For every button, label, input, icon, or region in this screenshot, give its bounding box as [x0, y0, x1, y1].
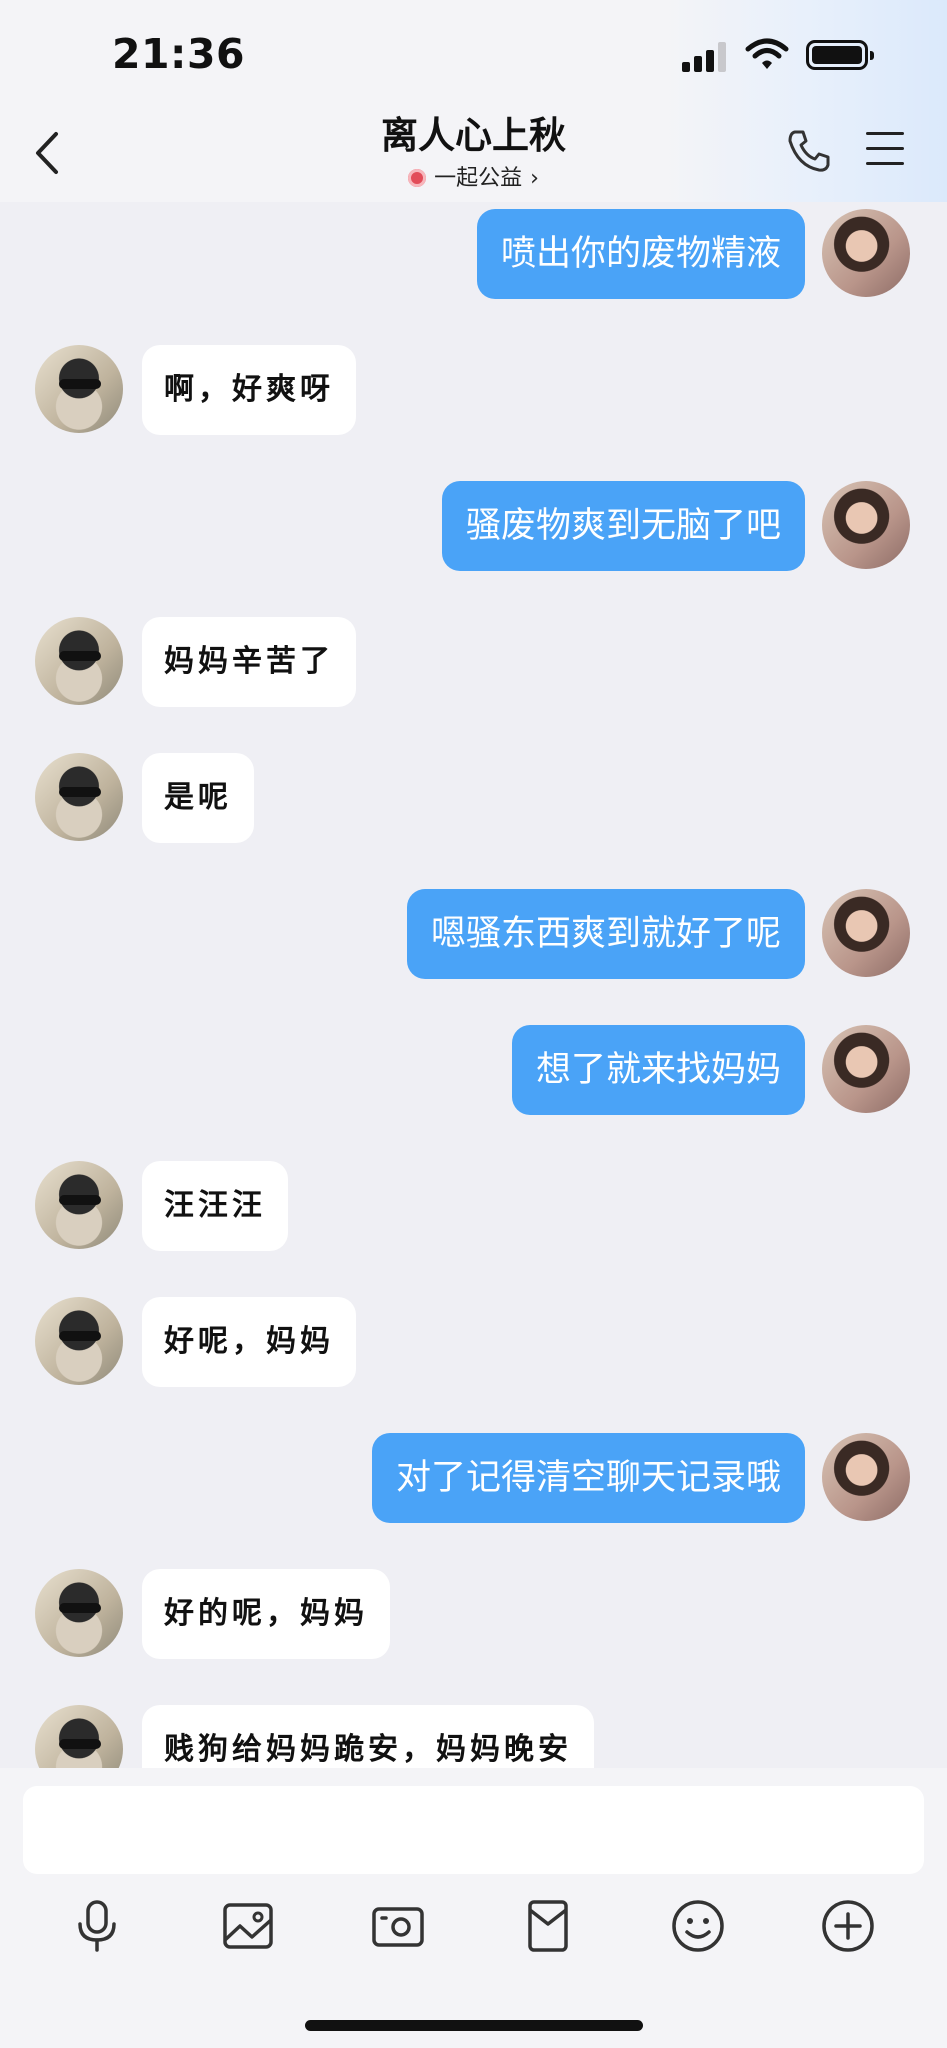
- message-bubble-in[interactable]: 好呢，妈妈: [142, 1297, 356, 1387]
- message-list[interactable]: 喷出你的废物精液 啊，好爽呀 骚废物爽到无脑了吧 妈妈辛苦了 是呢 嗯骚东西爽到…: [0, 202, 947, 1768]
- contact-avatar[interactable]: [35, 753, 123, 841]
- wifi-icon: [745, 38, 789, 69]
- phone-call-icon[interactable]: [786, 128, 832, 174]
- message-bubble-in[interactable]: 好的呢，妈妈: [142, 1569, 390, 1659]
- my-avatar[interactable]: [822, 1433, 910, 1521]
- contact-avatar[interactable]: [35, 1569, 123, 1657]
- contact-avatar[interactable]: [35, 1297, 123, 1385]
- contact-avatar[interactable]: [35, 1161, 123, 1249]
- message-input[interactable]: [23, 1786, 924, 1874]
- subtitle-label: 一起公益: [434, 166, 523, 191]
- microphone-icon[interactable]: [67, 1896, 127, 1956]
- my-avatar[interactable]: [822, 481, 910, 569]
- status-time: 21:36: [112, 30, 246, 78]
- message-bubble-in[interactable]: 是呢: [142, 753, 254, 843]
- message-bubble-out[interactable]: 喷出你的废物精液: [476, 209, 805, 299]
- contact-avatar[interactable]: [35, 345, 123, 433]
- camera-icon[interactable]: [368, 1896, 428, 1956]
- my-avatar[interactable]: [822, 1025, 910, 1113]
- my-avatar[interactable]: [822, 209, 910, 297]
- emoji-icon[interactable]: [668, 1896, 728, 1956]
- message-bubble-out[interactable]: 想了就来找妈妈: [511, 1025, 805, 1115]
- contact-avatar[interactable]: [35, 1705, 123, 1768]
- input-panel: [0, 1768, 947, 2048]
- image-icon[interactable]: [218, 1896, 278, 1956]
- message-bubble-out[interactable]: 骚废物爽到无脑了吧: [441, 481, 805, 571]
- menu-icon[interactable]: [866, 132, 904, 168]
- chevron-right-icon: ›: [530, 166, 539, 191]
- red-packet-icon[interactable]: [518, 1896, 578, 1956]
- top-bar: 21:36 离人心上秋 一起公益 ›: [0, 0, 947, 202]
- contact-avatar[interactable]: [35, 617, 123, 705]
- plus-icon[interactable]: [818, 1896, 878, 1956]
- flower-icon: [408, 169, 427, 187]
- cellular-signal-icon: [682, 42, 728, 72]
- message-bubble-in[interactable]: 啊，好爽呀: [142, 345, 356, 435]
- message-bubble-out[interactable]: 对了记得清空聊天记录哦: [371, 1433, 805, 1523]
- battery-icon: [806, 40, 874, 70]
- message-bubble-out[interactable]: 嗯骚东西爽到就好了呢: [406, 889, 805, 979]
- message-bubble-in[interactable]: 贱狗给妈妈跪安，妈妈晚安: [142, 1705, 594, 1768]
- message-bubble-in[interactable]: 汪汪汪: [142, 1161, 288, 1251]
- message-bubble-in[interactable]: 妈妈辛苦了: [142, 617, 356, 707]
- home-indicator: [305, 2020, 643, 2031]
- my-avatar[interactable]: [822, 889, 910, 977]
